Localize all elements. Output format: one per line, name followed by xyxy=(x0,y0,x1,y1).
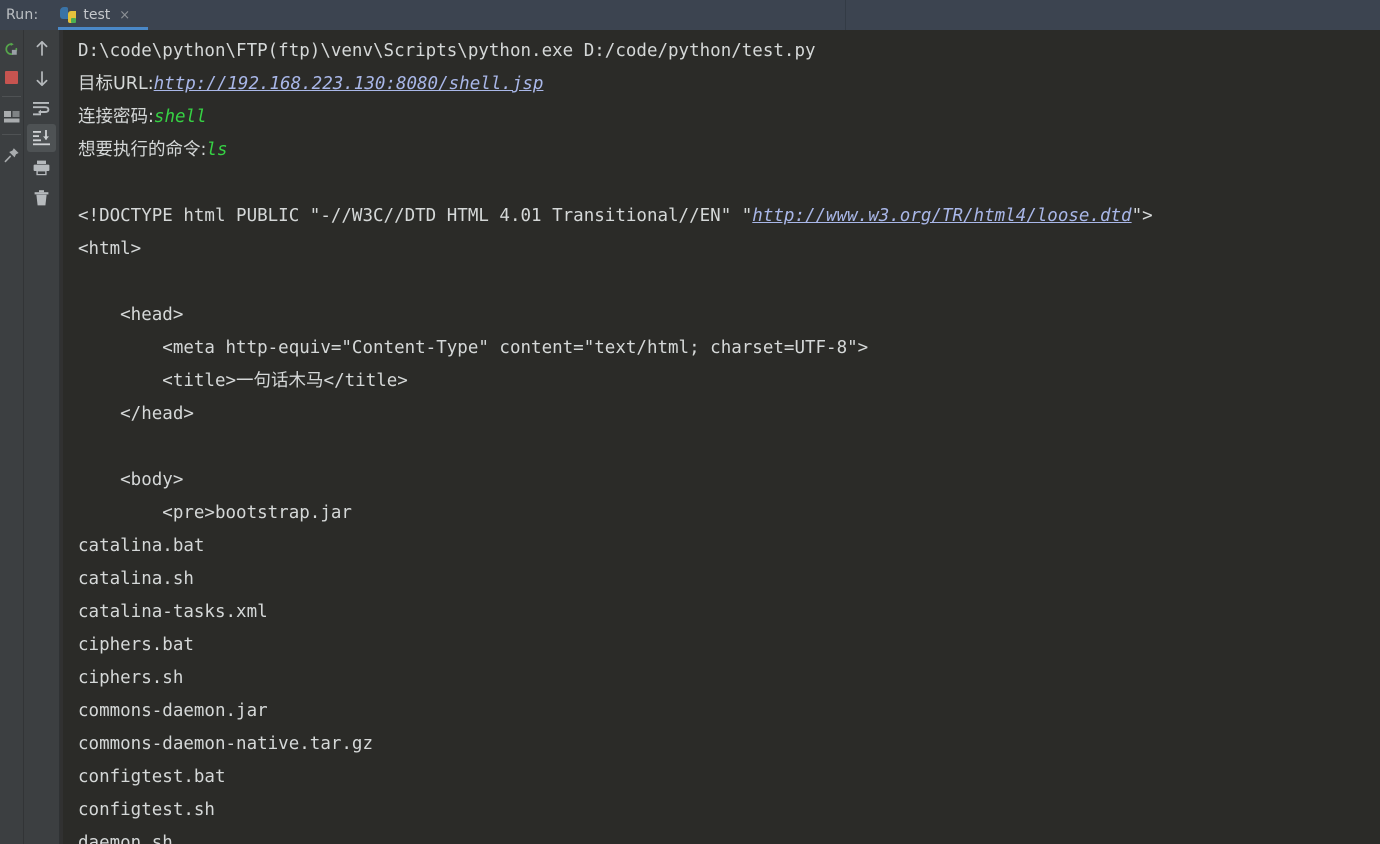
console-text-segment: 连接密码: xyxy=(78,107,154,127)
console-link[interactable]: http://www.w3.org/TR/html4/loose.dtd xyxy=(752,206,1131,226)
down-arrow-button[interactable] xyxy=(27,64,56,92)
layout-settings-button[interactable] xyxy=(0,104,23,130)
console-text-segment: <meta http-equiv="Content-Type" content=… xyxy=(78,338,869,358)
console-line: </head> xyxy=(78,398,1380,431)
header-divider xyxy=(845,0,846,30)
console-line: 目标URL:http://192.168.223.130:8080/shell.… xyxy=(78,68,1380,101)
console-text-segment: commons-daemon-native.tar.gz xyxy=(78,734,374,754)
console-line: 连接密码:shell xyxy=(78,101,1380,134)
console-line: D:\code\python\FTP(ftp)\venv\Scripts\pyt… xyxy=(78,35,1380,68)
console-text: D:\code\python\FTP(ftp)\venv\Scripts\pyt… xyxy=(78,35,1380,844)
rerun-icon xyxy=(5,42,18,55)
console-text-segment: catalina-tasks.xml xyxy=(78,602,268,622)
console-line: commons-daemon.jar xyxy=(78,695,1380,728)
close-icon[interactable]: × xyxy=(119,9,130,22)
console-line: catalina-tasks.xml xyxy=(78,596,1380,629)
console-text-segment: "> xyxy=(1131,206,1153,226)
run-window-label: Run: xyxy=(6,7,39,23)
console-line: ciphers.bat xyxy=(78,629,1380,662)
console-text-segment: <body> xyxy=(78,470,184,490)
console-text-segment: <!DOCTYPE html PUBLIC "-//W3C//DTD HTML … xyxy=(78,206,753,226)
console-line: <!DOCTYPE html PUBLIC "-//W3C//DTD HTML … xyxy=(78,200,1380,233)
layout-icon xyxy=(3,110,19,122)
console-line: <title>一句话木马</title> xyxy=(78,365,1380,398)
console-line: configtest.sh xyxy=(78,794,1380,827)
console-line: <pre>bootstrap.jar xyxy=(78,497,1380,530)
clear-all-button[interactable] xyxy=(27,184,56,212)
console-text-segment: <pre>bootstrap.jar xyxy=(78,503,352,523)
console-line: <meta http-equiv="Content-Type" content=… xyxy=(78,332,1380,365)
trash-icon xyxy=(34,190,49,206)
soft-wrap-icon xyxy=(32,101,49,115)
rerun-button[interactable] xyxy=(0,36,23,62)
console-text-segment: daemon.sh xyxy=(78,833,173,844)
console-text-segment: catalina.bat xyxy=(78,536,205,556)
console-text-segment: 目标URL: xyxy=(78,74,154,94)
run-console-window: Run: test × D:\code\python\FTP(ftp)\venv… xyxy=(0,0,1380,844)
arrow-down-icon xyxy=(36,70,47,86)
run-tool-window-header: Run: test × xyxy=(0,0,1380,30)
console-text-segment: ls xyxy=(206,140,228,160)
console-text-segment: <head> xyxy=(78,305,184,325)
console-actions-toolbar xyxy=(24,30,59,844)
console-text-segment: 想要执行的命令: xyxy=(78,140,207,160)
tab-title: test xyxy=(83,7,111,23)
arrow-up-icon xyxy=(36,40,47,56)
console-line: <html> xyxy=(78,233,1380,266)
console-line: configtest.bat xyxy=(78,761,1380,794)
console-line: 想要执行的命令:ls xyxy=(78,134,1380,167)
console-line: commons-daemon-native.tar.gz xyxy=(78,728,1380,761)
console-line: <head> xyxy=(78,299,1380,332)
toolbar-separator xyxy=(2,96,21,97)
printer-icon xyxy=(33,160,50,176)
stop-button[interactable] xyxy=(0,64,23,90)
stop-icon xyxy=(5,70,18,84)
print-button[interactable] xyxy=(27,154,56,182)
toolbar-separator-2 xyxy=(2,134,21,135)
console-text-segment: <html> xyxy=(78,239,142,259)
console-line: catalina.sh xyxy=(78,563,1380,596)
console-line: daemon.sh xyxy=(78,827,1380,844)
tab-test[interactable]: test × xyxy=(56,0,136,30)
console-text-segment: ciphers.sh xyxy=(78,668,184,688)
pin-icon xyxy=(4,148,19,163)
console-text-segment: </head> xyxy=(78,404,194,424)
soft-wrap-button[interactable] xyxy=(27,94,56,122)
python-icon xyxy=(60,7,77,23)
console-text-segment: configtest.sh xyxy=(78,800,215,820)
console-link[interactable]: http://192.168.223.130:8080/shell.jsp xyxy=(154,74,544,94)
console-line: ciphers.sh xyxy=(78,662,1380,695)
console-text-segment: D:\code\python\FTP(ftp)\venv\Scripts\pyt… xyxy=(78,41,816,61)
scroll-to-end-button[interactable] xyxy=(27,124,56,152)
console-output-panel[interactable]: D:\code\python\FTP(ftp)\venv\Scripts\pyt… xyxy=(63,30,1380,844)
pin-tab-button[interactable] xyxy=(0,142,23,168)
console-line: <body> xyxy=(78,464,1380,497)
console-text-segment: </title> xyxy=(323,371,408,391)
console-text-segment: commons-daemon.jar xyxy=(78,701,268,721)
up-arrow-button[interactable] xyxy=(27,34,56,62)
console-text-segment: <title> xyxy=(78,371,237,391)
run-actions-toolbar xyxy=(0,30,23,844)
console-text-segment: catalina.sh xyxy=(78,569,194,589)
console-text-segment: configtest.bat xyxy=(78,767,226,787)
scroll-to-end-icon xyxy=(32,130,50,146)
console-text-segment: 一句话木马 xyxy=(236,371,324,391)
console-text-segment: shell xyxy=(153,107,207,127)
console-line: catalina.bat xyxy=(78,530,1380,563)
console-text-segment: ciphers.bat xyxy=(78,635,194,655)
